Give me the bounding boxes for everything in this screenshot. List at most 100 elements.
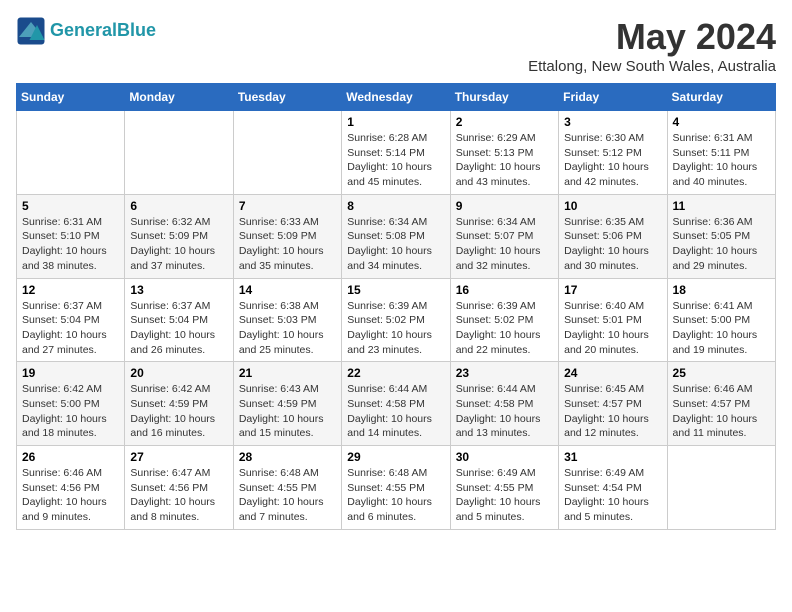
- day-header-monday: Monday: [125, 84, 233, 111]
- calendar-cell: [125, 111, 233, 195]
- calendar-cell: 13 Sunrise: 6:37 AM Sunset: 5:04 PM Dayli…: [125, 278, 233, 362]
- calendar-cell: 6 Sunrise: 6:32 AM Sunset: 5:09 PM Daylig…: [125, 194, 233, 278]
- day-info: Sunrise: 6:49 AM Sunset: 4:54 PM Dayligh…: [564, 466, 661, 525]
- day-header-sunday: Sunday: [17, 84, 125, 111]
- logo-line2: Blue: [117, 20, 156, 40]
- calendar-cell: [667, 446, 775, 530]
- day-info: Sunrise: 6:48 AM Sunset: 4:55 PM Dayligh…: [239, 466, 336, 525]
- day-info: Sunrise: 6:38 AM Sunset: 5:03 PM Dayligh…: [239, 299, 336, 358]
- day-number: 6: [130, 199, 227, 213]
- day-header-wednesday: Wednesday: [342, 84, 450, 111]
- day-number: 18: [673, 283, 770, 297]
- day-info: Sunrise: 6:31 AM Sunset: 5:10 PM Dayligh…: [22, 215, 119, 274]
- page-subtitle: Ettalong, New South Wales, Australia: [528, 58, 776, 75]
- day-header-friday: Friday: [559, 84, 667, 111]
- calendar-week-row: 19 Sunrise: 6:42 AM Sunset: 5:00 PM Dayli…: [17, 362, 776, 446]
- day-info: Sunrise: 6:35 AM Sunset: 5:06 PM Dayligh…: [564, 215, 661, 274]
- calendar-header-row: SundayMondayTuesdayWednesdayThursdayFrid…: [17, 84, 776, 111]
- day-number: 26: [22, 450, 119, 464]
- day-number: 3: [564, 115, 661, 129]
- day-info: Sunrise: 6:34 AM Sunset: 5:07 PM Dayligh…: [456, 215, 553, 274]
- calendar-cell: 24Sunrise: 6:45 AM Sunset: 4:57 PM Dayli…: [559, 362, 667, 446]
- day-info: Sunrise: 6:39 AM Sunset: 5:02 PM Dayligh…: [347, 299, 444, 358]
- day-info: Sunrise: 6:40 AM Sunset: 5:01 PM Dayligh…: [564, 299, 661, 358]
- day-info: Sunrise: 6:43 AM Sunset: 4:59 PM Dayligh…: [239, 382, 336, 441]
- day-info: Sunrise: 6:42 AM Sunset: 5:00 PM Dayligh…: [22, 382, 119, 441]
- calendar-cell: 9 Sunrise: 6:34 AM Sunset: 5:07 PM Daylig…: [450, 194, 558, 278]
- day-info: Sunrise: 6:34 AM Sunset: 5:08 PM Dayligh…: [347, 215, 444, 274]
- page-title: May 2024: [528, 16, 776, 58]
- calendar-table: SundayMondayTuesdayWednesdayThursdayFrid…: [16, 83, 776, 530]
- calendar-cell: 22 Sunrise: 6:44 AM Sunset: 4:58 PM Dayli…: [342, 362, 450, 446]
- calendar-cell: 28 Sunrise: 6:48 AM Sunset: 4:55 PM Dayli…: [233, 446, 341, 530]
- day-number: 2: [456, 115, 553, 129]
- day-number: 12: [22, 283, 119, 297]
- day-info: Sunrise: 6:47 AM Sunset: 4:56 PM Dayligh…: [130, 466, 227, 525]
- calendar-cell: 31Sunrise: 6:49 AM Sunset: 4:54 PM Dayli…: [559, 446, 667, 530]
- day-number: 14: [239, 283, 336, 297]
- day-number: 15: [347, 283, 444, 297]
- day-info: Sunrise: 6:36 AM Sunset: 5:05 PM Dayligh…: [673, 215, 770, 274]
- calendar-cell: 15 Sunrise: 6:39 AM Sunset: 5:02 PM Dayli…: [342, 278, 450, 362]
- day-info: Sunrise: 6:28 AM Sunset: 5:14 PM Dayligh…: [347, 131, 444, 190]
- day-info: Sunrise: 6:29 AM Sunset: 5:13 PM Dayligh…: [456, 131, 553, 190]
- day-info: Sunrise: 6:44 AM Sunset: 4:58 PM Dayligh…: [456, 382, 553, 441]
- logo: GeneralBlue: [16, 16, 156, 46]
- day-number: 30: [456, 450, 553, 464]
- calendar-cell: 11 Sunrise: 6:36 AM Sunset: 5:05 PM Dayli…: [667, 194, 775, 278]
- calendar-cell: [17, 111, 125, 195]
- day-info: Sunrise: 6:46 AM Sunset: 4:57 PM Dayligh…: [673, 382, 770, 441]
- day-number: 9: [456, 199, 553, 213]
- calendar-cell: 8Sunrise: 6:34 AM Sunset: 5:08 PM Daylig…: [342, 194, 450, 278]
- calendar-cell: 5 Sunrise: 6:31 AM Sunset: 5:10 PM Daylig…: [17, 194, 125, 278]
- day-info: Sunrise: 6:48 AM Sunset: 4:55 PM Dayligh…: [347, 466, 444, 525]
- day-info: Sunrise: 6:37 AM Sunset: 5:04 PM Dayligh…: [130, 299, 227, 358]
- day-number: 23: [456, 366, 553, 380]
- title-block: May 2024 Ettalong, New South Wales, Aust…: [528, 16, 776, 75]
- day-info: Sunrise: 6:33 AM Sunset: 5:09 PM Dayligh…: [239, 215, 336, 274]
- calendar-week-row: 12 Sunrise: 6:37 AM Sunset: 5:04 PM Dayli…: [17, 278, 776, 362]
- calendar-cell: 3 Sunrise: 6:30 AM Sunset: 5:12 PM Daylig…: [559, 111, 667, 195]
- day-number: 19: [22, 366, 119, 380]
- calendar-cell: 2 Sunrise: 6:29 AM Sunset: 5:13 PM Daylig…: [450, 111, 558, 195]
- calendar-cell: 21 Sunrise: 6:43 AM Sunset: 4:59 PM Dayli…: [233, 362, 341, 446]
- calendar-cell: 10 Sunrise: 6:35 AM Sunset: 5:06 PM Dayli…: [559, 194, 667, 278]
- calendar-cell: 26 Sunrise: 6:46 AM Sunset: 4:56 PM Dayli…: [17, 446, 125, 530]
- day-info: Sunrise: 6:31 AM Sunset: 5:11 PM Dayligh…: [673, 131, 770, 190]
- day-header-tuesday: Tuesday: [233, 84, 341, 111]
- day-number: 10: [564, 199, 661, 213]
- day-header-saturday: Saturday: [667, 84, 775, 111]
- calendar-cell: 14 Sunrise: 6:38 AM Sunset: 5:03 PM Dayli…: [233, 278, 341, 362]
- calendar-cell: 25Sunrise: 6:46 AM Sunset: 4:57 PM Dayli…: [667, 362, 775, 446]
- calendar-cell: 16 Sunrise: 6:39 AM Sunset: 5:02 PM Dayli…: [450, 278, 558, 362]
- day-info: Sunrise: 6:37 AM Sunset: 5:04 PM Dayligh…: [22, 299, 119, 358]
- day-info: Sunrise: 6:32 AM Sunset: 5:09 PM Dayligh…: [130, 215, 227, 274]
- day-number: 28: [239, 450, 336, 464]
- day-number: 11: [673, 199, 770, 213]
- day-number: 20: [130, 366, 227, 380]
- day-info: Sunrise: 6:44 AM Sunset: 4:58 PM Dayligh…: [347, 382, 444, 441]
- calendar-week-row: 1Sunrise: 6:28 AM Sunset: 5:14 PM Daylig…: [17, 111, 776, 195]
- calendar-cell: 12 Sunrise: 6:37 AM Sunset: 5:04 PM Dayli…: [17, 278, 125, 362]
- logo-text: GeneralBlue: [50, 21, 156, 41]
- day-number: 13: [130, 283, 227, 297]
- day-number: 5: [22, 199, 119, 213]
- calendar-cell: 17Sunrise: 6:40 AM Sunset: 5:01 PM Dayli…: [559, 278, 667, 362]
- day-info: Sunrise: 6:46 AM Sunset: 4:56 PM Dayligh…: [22, 466, 119, 525]
- day-number: 16: [456, 283, 553, 297]
- calendar-cell: 19 Sunrise: 6:42 AM Sunset: 5:00 PM Dayli…: [17, 362, 125, 446]
- day-info: Sunrise: 6:39 AM Sunset: 5:02 PM Dayligh…: [456, 299, 553, 358]
- day-number: 24: [564, 366, 661, 380]
- day-info: Sunrise: 6:49 AM Sunset: 4:55 PM Dayligh…: [456, 466, 553, 525]
- calendar-week-row: 5 Sunrise: 6:31 AM Sunset: 5:10 PM Daylig…: [17, 194, 776, 278]
- calendar-cell: 29Sunrise: 6:48 AM Sunset: 4:55 PM Dayli…: [342, 446, 450, 530]
- day-info: Sunrise: 6:30 AM Sunset: 5:12 PM Dayligh…: [564, 131, 661, 190]
- day-number: 21: [239, 366, 336, 380]
- day-number: 22: [347, 366, 444, 380]
- calendar-cell: 30 Sunrise: 6:49 AM Sunset: 4:55 PM Dayli…: [450, 446, 558, 530]
- calendar-cell: 4Sunrise: 6:31 AM Sunset: 5:11 PM Daylig…: [667, 111, 775, 195]
- logo-icon: [16, 16, 46, 46]
- day-number: 27: [130, 450, 227, 464]
- calendar-cell: 20Sunrise: 6:42 AM Sunset: 4:59 PM Dayli…: [125, 362, 233, 446]
- day-number: 7: [239, 199, 336, 213]
